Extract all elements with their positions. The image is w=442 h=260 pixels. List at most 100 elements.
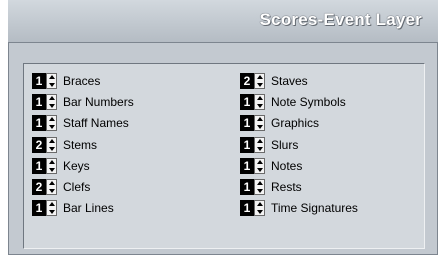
stepper-arrows[interactable] xyxy=(46,93,57,110)
layer-label: Stems xyxy=(63,137,98,152)
layer-row-note-symbols: 1 Note Symbols xyxy=(240,91,358,112)
arrow-up-icon[interactable] xyxy=(256,117,263,122)
stepper-arrows[interactable] xyxy=(46,179,57,196)
layer-stepper[interactable]: 2 xyxy=(32,179,57,196)
arrow-down-icon[interactable] xyxy=(48,146,55,151)
layer-value[interactable]: 1 xyxy=(32,115,46,132)
arrow-down-icon[interactable] xyxy=(256,210,263,215)
arrow-down-icon[interactable] xyxy=(48,210,55,215)
layer-stepper[interactable]: 1 xyxy=(240,93,265,110)
right-column: 2 Staves 1 Note Symbols 1 Graphics 1 Slu… xyxy=(240,70,358,219)
layer-value[interactable]: 1 xyxy=(240,136,254,153)
arrow-down-icon[interactable] xyxy=(48,189,55,194)
layer-label: Keys xyxy=(63,158,90,173)
arrow-up-icon[interactable] xyxy=(256,74,263,79)
layer-label: Note Symbols xyxy=(271,94,346,109)
stepper-arrows[interactable] xyxy=(254,200,265,217)
arrow-down-icon[interactable] xyxy=(256,125,263,130)
layer-label: Bar Numbers xyxy=(63,94,134,109)
arrow-up-icon[interactable] xyxy=(256,95,263,100)
title-bar: Scores-Event Layer xyxy=(8,0,438,42)
layer-value[interactable]: 1 xyxy=(32,72,46,89)
layer-row-stems: 2 Stems xyxy=(32,134,134,155)
stepper-arrows[interactable] xyxy=(254,72,265,89)
stepper-arrows[interactable] xyxy=(46,136,57,153)
layer-row-time-signatures: 1 Time Signatures xyxy=(240,198,358,219)
left-column: 1 Braces 1 Bar Numbers 1 Staff Names 2 S… xyxy=(32,70,134,219)
arrow-down-icon[interactable] xyxy=(48,103,55,108)
layer-stepper[interactable]: 1 xyxy=(240,179,265,196)
layer-row-notes: 1 Notes xyxy=(240,155,358,176)
layer-label: Rests xyxy=(271,180,302,195)
stepper-arrows[interactable] xyxy=(254,136,265,153)
layer-row-braces: 1 Braces xyxy=(32,70,134,91)
layer-row-bar-lines: 1 Bar Lines xyxy=(32,198,134,219)
window-title: Scores-Event Layer xyxy=(259,10,422,29)
stepper-arrows[interactable] xyxy=(254,157,265,174)
arrow-up-icon[interactable] xyxy=(48,117,55,122)
layer-label: Graphics xyxy=(271,116,320,131)
layer-value[interactable]: 1 xyxy=(240,115,254,132)
layer-row-graphics: 1 Graphics xyxy=(240,113,358,134)
settings-panel: 1 Braces 1 Bar Numbers 1 Staff Names 2 S… xyxy=(8,42,438,255)
layer-row-slurs: 1 Slurs xyxy=(240,134,358,155)
arrow-down-icon[interactable] xyxy=(48,82,55,87)
arrow-up-icon[interactable] xyxy=(48,181,55,186)
stepper-arrows[interactable] xyxy=(46,115,57,132)
layer-value[interactable]: 1 xyxy=(240,200,254,217)
stepper-arrows[interactable] xyxy=(254,93,265,110)
layer-stepper[interactable]: 2 xyxy=(32,136,57,153)
layer-value[interactable]: 2 xyxy=(32,136,46,153)
layer-value[interactable]: 2 xyxy=(240,72,254,89)
arrow-down-icon[interactable] xyxy=(256,82,263,87)
layer-stepper[interactable]: 1 xyxy=(240,115,265,132)
layer-stepper[interactable]: 1 xyxy=(32,72,57,89)
arrow-down-icon[interactable] xyxy=(256,146,263,151)
layer-label: Slurs xyxy=(271,137,299,152)
stepper-arrows[interactable] xyxy=(254,179,265,196)
layer-value[interactable]: 1 xyxy=(240,157,254,174)
layer-stepper[interactable]: 1 xyxy=(32,157,57,174)
layer-value[interactable]: 2 xyxy=(32,179,46,196)
arrow-down-icon[interactable] xyxy=(256,103,263,108)
layer-value[interactable]: 1 xyxy=(32,157,46,174)
arrow-up-icon[interactable] xyxy=(256,159,263,164)
arrow-up-icon[interactable] xyxy=(48,74,55,79)
arrow-up-icon[interactable] xyxy=(256,202,263,207)
layer-label: Braces xyxy=(63,73,101,88)
layer-label: Notes xyxy=(271,158,303,173)
layer-label: Clefs xyxy=(63,180,91,195)
layer-stepper[interactable]: 1 xyxy=(32,93,57,110)
layer-label: Staves xyxy=(271,73,308,88)
stepper-arrows[interactable] xyxy=(46,157,57,174)
arrow-down-icon[interactable] xyxy=(48,167,55,172)
stepper-arrows[interactable] xyxy=(46,200,57,217)
layer-settings-group: 1 Braces 1 Bar Numbers 1 Staff Names 2 S… xyxy=(23,63,425,249)
layer-stepper[interactable]: 1 xyxy=(240,157,265,174)
arrow-up-icon[interactable] xyxy=(256,181,263,186)
layer-stepper[interactable]: 2 xyxy=(240,72,265,89)
arrow-up-icon[interactable] xyxy=(48,138,55,143)
layer-value[interactable]: 1 xyxy=(32,200,46,217)
layer-stepper[interactable]: 1 xyxy=(32,200,57,217)
stepper-arrows[interactable] xyxy=(46,72,57,89)
arrow-up-icon[interactable] xyxy=(48,95,55,100)
arrow-up-icon[interactable] xyxy=(48,159,55,164)
layer-stepper[interactable]: 1 xyxy=(240,200,265,217)
layer-row-bar-numbers: 1 Bar Numbers xyxy=(32,91,134,112)
arrow-down-icon[interactable] xyxy=(256,189,263,194)
arrow-up-icon[interactable] xyxy=(256,138,263,143)
arrow-down-icon[interactable] xyxy=(256,167,263,172)
arrow-up-icon[interactable] xyxy=(48,202,55,207)
layer-row-staff-names: 1 Staff Names xyxy=(32,113,134,134)
stepper-arrows[interactable] xyxy=(254,115,265,132)
arrow-down-icon[interactable] xyxy=(48,125,55,130)
layer-value[interactable]: 1 xyxy=(240,179,254,196)
layer-row-staves: 2 Staves xyxy=(240,70,358,91)
layer-stepper[interactable]: 1 xyxy=(240,136,265,153)
layer-value[interactable]: 1 xyxy=(32,93,46,110)
layer-row-rests: 1 Rests xyxy=(240,176,358,197)
layer-row-clefs: 2 Clefs xyxy=(32,176,134,197)
layer-value[interactable]: 1 xyxy=(240,93,254,110)
layer-stepper[interactable]: 1 xyxy=(32,115,57,132)
